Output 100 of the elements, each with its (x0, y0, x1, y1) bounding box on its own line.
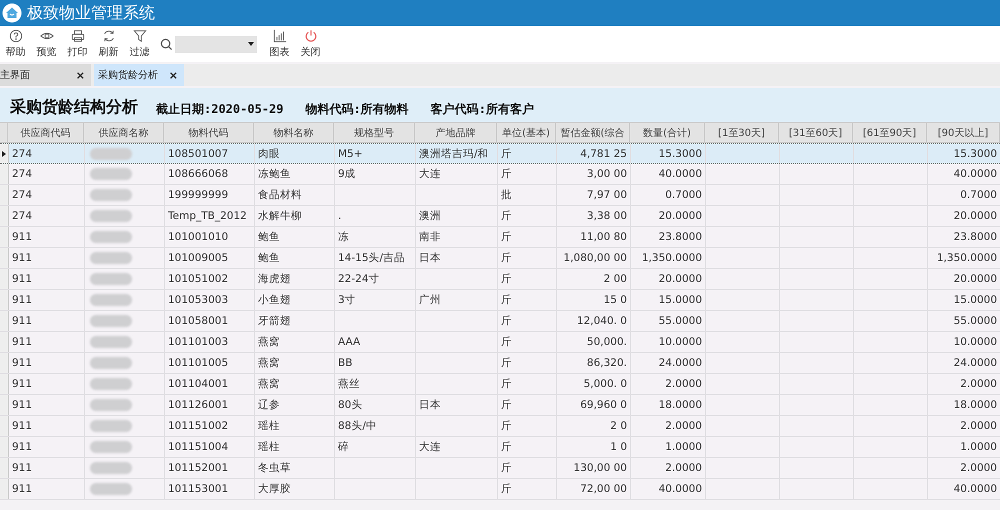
table-row[interactable]: 911 101153001 大厚胶 斤 72,00 00 40.0000 40.0000 (0, 479, 1000, 500)
table-cell: 24.0000 (954, 357, 997, 369)
table-cell: 2.0000 (960, 420, 997, 432)
printer-icon (70, 29, 84, 43)
table-cell: 24.0000 (658, 357, 702, 369)
print-button[interactable]: 打印 (63, 29, 92, 59)
column-header[interactable]: 物料名称 (254, 123, 334, 143)
close-tab-button[interactable]: × (168, 68, 178, 82)
table-cell: 15.3000 (954, 148, 997, 160)
table-cell: 1.0000 (665, 441, 702, 453)
table-cell: M5+ (338, 148, 363, 160)
table-cell: 101053003 (168, 294, 228, 306)
table-cell: 鲍鱼 (258, 251, 280, 265)
table-cell: 3,00 00 (586, 168, 627, 180)
column-header[interactable]: [31至60天] (779, 123, 853, 143)
blurred-name-placeholder (90, 231, 132, 243)
row-header[interactable] (0, 144, 9, 163)
table-cell: 72,00 00 (580, 483, 627, 495)
filter-text: 客户代码:所有客户 (430, 101, 534, 118)
table-row[interactable]: 274 Temp_TB_2012 水解牛柳 . 澳洲 斤 3,38 00 20.0000 20.0000 (0, 206, 1000, 227)
column-header[interactable]: 产地品牌 (415, 123, 497, 143)
table-cell: 199999999 (168, 189, 228, 201)
table-cell: 斤 (501, 167, 512, 181)
preview-button[interactable]: 预览 (32, 29, 61, 59)
table-cell: 101101003 (168, 336, 228, 348)
table-row[interactable]: 911 101104001 燕窝 燕丝 斤 5,000. 0 2.0000 2.0000 (0, 374, 1000, 395)
table-cell: 108666068 (168, 168, 228, 180)
table-cell: 20.0000 (658, 210, 702, 222)
table-cell: 2.0000 (665, 462, 702, 474)
document-tab[interactable]: 主界面 × (0, 64, 91, 86)
help-button[interactable]: 帮助 (1, 29, 30, 59)
table-row[interactable]: 274 108666068 冻鲍鱼 9成 大连 斤 3,00 00 40.0000 40.0000 (0, 164, 1000, 185)
blurred-name-placeholder (90, 252, 132, 264)
blurred-name-placeholder (90, 336, 132, 348)
table-row[interactable]: 911 101152001 冬虫草 斤 130,00 00 2.0000 2.0000 (0, 458, 1000, 479)
blurred-name-placeholder (90, 399, 132, 411)
column-header[interactable]: 供应商代码 (8, 123, 84, 143)
table-cell: 0.7000 (665, 189, 702, 201)
column-header[interactable]: 供应商名称 (84, 123, 164, 143)
table-cell: 9成 (338, 167, 356, 181)
column-header[interactable]: [61至90天] (853, 123, 927, 143)
filter-button[interactable]: 过滤 (125, 29, 154, 59)
table-cell: 86,320. (586, 357, 627, 369)
table-row[interactable]: 274 199999999 食品材料 批 7,97 00 0.7000 0.7000 (0, 185, 1000, 206)
column-header[interactable]: 数量(合计) (630, 123, 705, 143)
table-row[interactable]: 911 101151002 瑶柱 88头/中 斤 2 0 2.0000 2.0000 (0, 416, 1000, 437)
table-row[interactable]: 911 101058001 牙箭翅 斤 12,040. 0 55.0000 55.0000 (0, 311, 1000, 332)
blurred-name-placeholder (90, 441, 132, 453)
window-title: 极致物业管理系统 (27, 2, 155, 24)
search-combo-box[interactable] (175, 36, 257, 52)
table-cell: 101101005 (168, 357, 228, 369)
table-cell: BB (338, 357, 352, 369)
table-cell: 22-24寸 (338, 272, 380, 286)
close-tab-button[interactable]: × (76, 68, 85, 82)
column-header[interactable]: 物料代码 (164, 123, 254, 143)
column-header[interactable]: 暂估金额(综合 (556, 123, 630, 143)
table-row[interactable]: 911 101051002 海虎翅 22-24寸 斤 2 00 20.0000 20.0000 (0, 269, 1000, 290)
table-row[interactable]: 911 101151004 瑶柱 碎 大连 斤 1 0 1.0000 1.0000 (0, 437, 1000, 458)
table-cell: 2 0 (610, 420, 627, 432)
blurred-name-placeholder (90, 378, 132, 390)
table-cell: 日本 (419, 398, 441, 412)
table-cell: 20.0000 (658, 273, 702, 285)
table-row[interactable]: 911 101053003 小鱼翅 3寸 广州 斤 15 0 15.0000 15.0000 (0, 290, 1000, 311)
table-cell: 0.7000 (960, 189, 997, 201)
table-cell: 2 00 (604, 273, 627, 285)
table-cell: 斤 (501, 440, 512, 454)
table-row[interactable]: 274 108501007 肉眼 M5+ 澳洲塔吉玛/和 斤 4,781 25 15.3000 15.3000 (0, 143, 1000, 164)
table-cell: 18.0000 (658, 399, 702, 411)
table-cell: 69,960 0 (580, 399, 627, 411)
table-cell: 14-15头/吉品 (338, 251, 406, 265)
table-cell: 澳洲 (419, 209, 441, 223)
blurred-name-placeholder (90, 148, 132, 160)
column-header[interactable]: [1至30天] (705, 123, 779, 143)
table-cell: 水解牛柳 (258, 209, 302, 223)
table-cell: 斤 (501, 314, 512, 328)
table-row[interactable]: 911 101126001 辽参 80头 日本 斤 69,960 0 18.0000 18.0000 (0, 395, 1000, 416)
table-cell: 辽参 (258, 398, 280, 412)
column-header[interactable]: 规格型号 (334, 123, 415, 143)
table-cell: . (338, 210, 342, 222)
table-cell: 2.0000 (960, 378, 997, 390)
table-row[interactable]: 911 101101003 燕窝 AAA 斤 50,000. 10.0000 10.0000 (0, 332, 1000, 353)
blurred-name-placeholder (90, 294, 132, 306)
table-cell: 108501007 (168, 148, 228, 160)
power-button[interactable]: 关闭 (296, 29, 325, 59)
table-cell: 911 (12, 378, 32, 390)
table-row[interactable]: 911 101001010 鲍鱼 冻 南非 斤 11,00 80 23.8000 23.8000 (0, 227, 1000, 248)
table-cell: 批 (501, 188, 512, 202)
column-header[interactable]: [90天以上] (927, 123, 1000, 143)
table-cell: 911 (12, 483, 32, 495)
table-row[interactable]: 911 101009005 鲍鱼 14-15头/吉品 日本 斤 1,080,00 00 1,350.0000 1,350.0000 (0, 248, 1000, 269)
document-tab[interactable]: 采购货龄分析 × (94, 64, 184, 86)
table-row[interactable]: 911 101101005 燕窝 BB 斤 86,320. 24.0000 24.0000 (0, 353, 1000, 374)
column-header[interactable]: 单位(基本) (497, 123, 556, 143)
blurred-name-placeholder (90, 357, 132, 369)
refresh-button[interactable]: 刷新 (94, 29, 123, 59)
table-cell: 斤 (501, 272, 512, 286)
table-cell: 40.0000 (954, 168, 997, 180)
chart-button[interactable]: 图表 (265, 29, 294, 59)
table-cell: 11,00 80 (580, 231, 627, 243)
table-cell: 101001010 (168, 231, 228, 243)
